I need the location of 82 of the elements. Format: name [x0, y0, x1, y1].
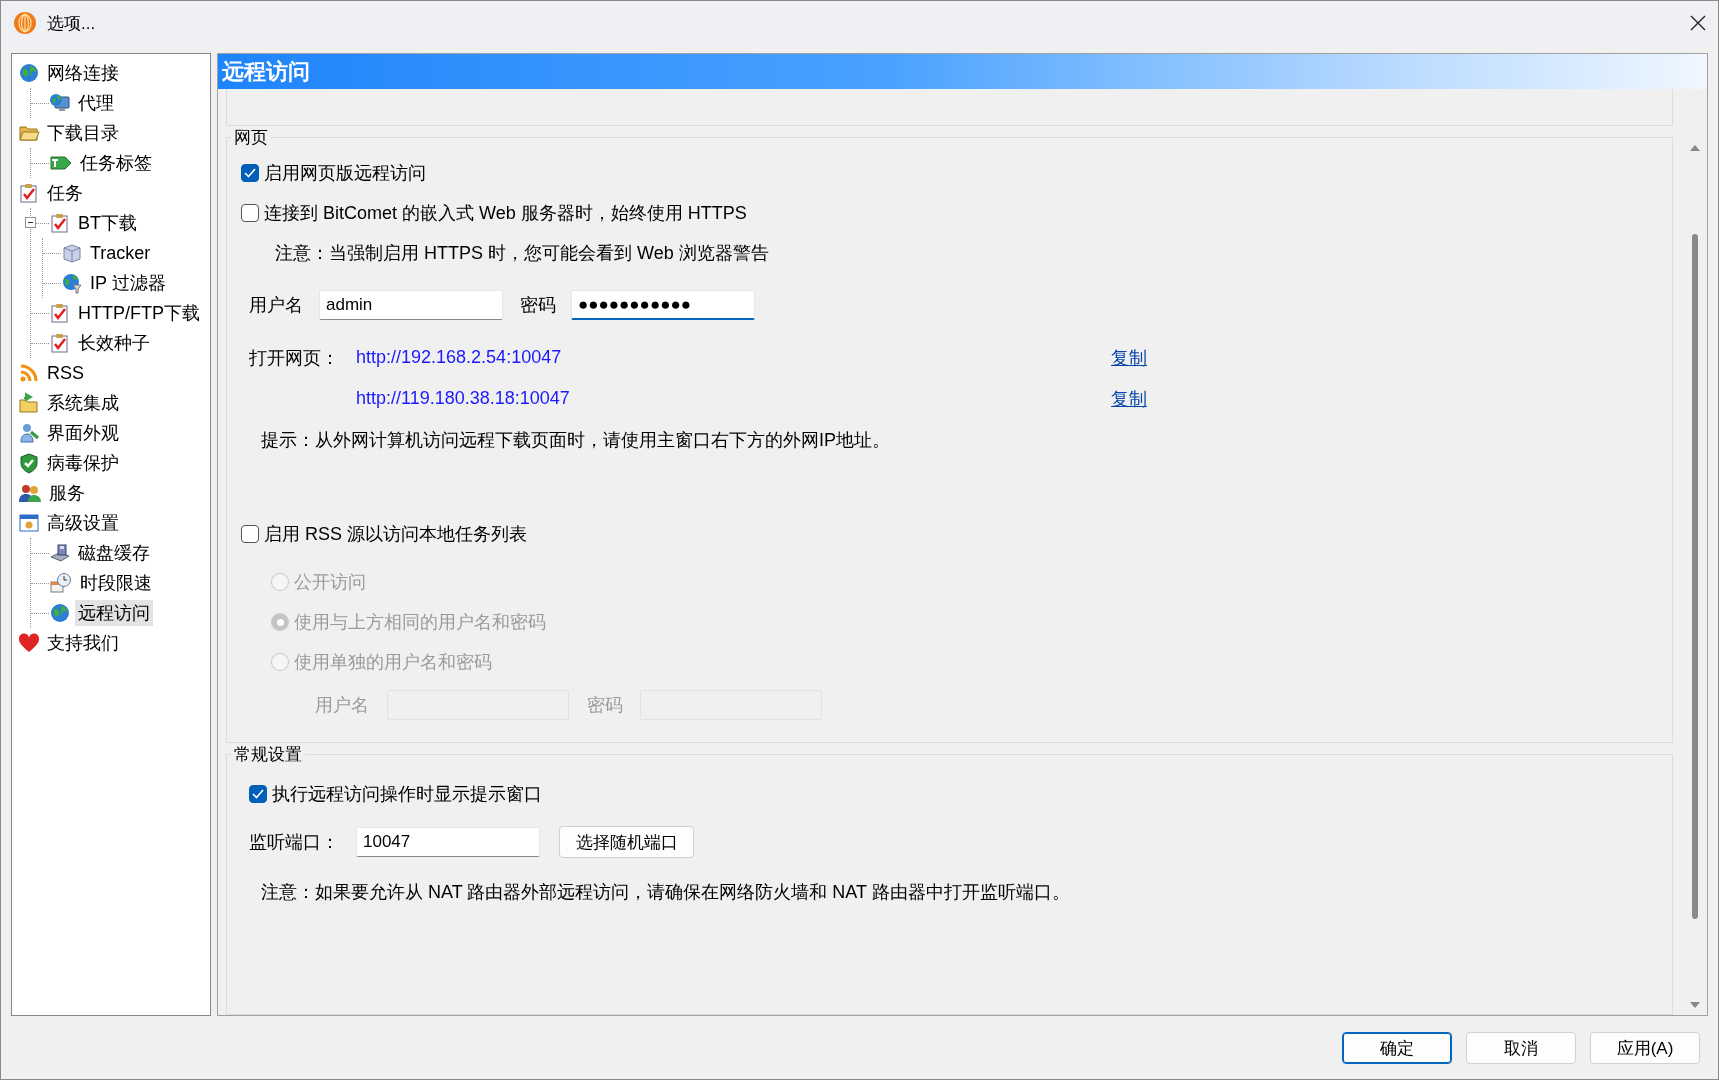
radio-button[interactable]: [271, 573, 289, 591]
clipboard-icon: [49, 212, 71, 234]
checkbox[interactable]: [241, 164, 259, 182]
random-port-button[interactable]: 选择随机端口: [559, 826, 694, 858]
globe-icon: [18, 62, 40, 84]
scroll-down-icon[interactable]: [1689, 1001, 1701, 1009]
field-label: 监听端口：: [249, 831, 340, 854]
checkbox-label: 执行远程访问操作时显示提示窗口: [272, 783, 542, 806]
folder-icon: [18, 392, 40, 414]
field-label: 用户名: [315, 694, 370, 717]
tree-item[interactable]: IP 过滤器: [87, 270, 169, 296]
dialog-button[interactable]: 确定: [1342, 1032, 1452, 1064]
globe-icon: [49, 602, 71, 624]
window-icon: [18, 512, 40, 534]
tree-item[interactable]: 系统集成: [44, 390, 122, 416]
checkbox-label: 启用网页版远程访问: [264, 162, 426, 185]
tree-item[interactable]: 任务标签: [77, 150, 155, 176]
tree-item[interactable]: 任务: [44, 180, 86, 206]
radio-label: 使用单独的用户名和密码: [294, 651, 492, 674]
clipboard-icon: [18, 182, 40, 204]
dialog-button[interactable]: 取消: [1466, 1032, 1576, 1064]
checkbox[interactable]: [241, 525, 259, 543]
scroll-up-icon[interactable]: [1689, 144, 1701, 152]
field-label: 密码: [587, 694, 623, 717]
password-field[interactable]: ●●●●●●●●●●●: [571, 290, 755, 320]
expander-icon[interactable]: [25, 217, 36, 228]
url-link[interactable]: http://192.168.2.54:10047: [356, 347, 562, 367]
app-logo-icon: [13, 11, 37, 35]
checkbox-label: 启用 RSS 源以访问本地任务列表: [264, 523, 527, 546]
tree-item[interactable]: BT下载: [75, 210, 140, 236]
tree-item[interactable]: Tracker: [87, 241, 154, 265]
tree-item[interactable]: 高级设置: [44, 510, 122, 536]
page-title: 远程访问: [222, 57, 310, 86]
field-label: 用户名: [249, 294, 304, 317]
checkbox[interactable]: [241, 204, 259, 222]
clipboard-icon: [49, 302, 71, 324]
note-text: 注意：如果要允许从 NAT 路由器外部远程访问，请确保在网络防火墙和 NAT 路由器中打开监听端口。: [261, 881, 1070, 904]
tree-item[interactable]: 时段限速: [77, 570, 155, 596]
clipboard-icon: [49, 332, 71, 354]
disk-icon: [49, 542, 71, 564]
copy-link[interactable]: 复制: [1111, 386, 1147, 411]
radio-button[interactable]: [271, 653, 289, 671]
rss-icon: [18, 362, 40, 384]
group-title: 常规设置: [233, 744, 303, 766]
tree-item[interactable]: 界面外观: [44, 420, 122, 446]
checkbox-label: 连接到 BitComet 的嵌入式 Web 服务器时，始终使用 HTTPS: [264, 202, 747, 225]
tree-item[interactable]: 病毒保护: [44, 450, 122, 476]
window-title: 选项...: [47, 12, 97, 35]
radio-button[interactable]: [271, 613, 289, 631]
heart-icon: [18, 632, 40, 654]
close-icon[interactable]: [1690, 15, 1706, 31]
checkbox[interactable]: [249, 785, 267, 803]
monitor-icon: [49, 92, 71, 114]
radio-label: 公开访问: [294, 571, 366, 594]
radio-label: 使用与上方相同的用户名和密码: [294, 611, 546, 634]
url-link[interactable]: http://119.180.38.18:10047: [356, 388, 570, 408]
server-icon: [61, 242, 83, 264]
tree-item[interactable]: 支持我们: [44, 630, 122, 656]
copy-link[interactable]: 复制: [1111, 345, 1147, 370]
port-field[interactable]: 10047: [356, 827, 540, 857]
person-icon: [18, 422, 40, 444]
tree-item[interactable]: RSS: [44, 361, 87, 385]
scrollbar-thumb[interactable]: [1692, 234, 1698, 919]
tree-item[interactable]: 代理: [75, 90, 117, 116]
tree-item[interactable]: 长效种子: [75, 330, 153, 356]
tree-item[interactable]: HTTP/FTP下载: [75, 300, 203, 326]
tree-item[interactable]: 下载目录: [44, 120, 122, 146]
clock-icon: [49, 572, 73, 594]
tree-item[interactable]: 远程访问: [75, 600, 153, 626]
globe-icon: [61, 272, 83, 294]
group-title: 网页: [233, 127, 269, 149]
people-icon: [18, 482, 42, 504]
field-label: 密码: [520, 294, 556, 317]
tree-item[interactable]: 网络连接: [44, 60, 122, 86]
dialog-button[interactable]: 应用(A): [1590, 1032, 1700, 1064]
shield-icon: [18, 452, 40, 474]
note-text: 注意：当强制启用 HTTPS 时，您可能会看到 Web 浏览器警告: [275, 242, 769, 265]
tree-item[interactable]: 服务: [46, 480, 88, 506]
hint-text: 提示：从外网计算机访问远程下载页面时，请使用主窗口右下方的外网IP地址。: [261, 428, 890, 452]
tree-item[interactable]: 磁盘缓存: [75, 540, 153, 566]
field-label: 打开网页：: [249, 347, 339, 368]
username-field[interactable]: admin: [319, 290, 503, 320]
